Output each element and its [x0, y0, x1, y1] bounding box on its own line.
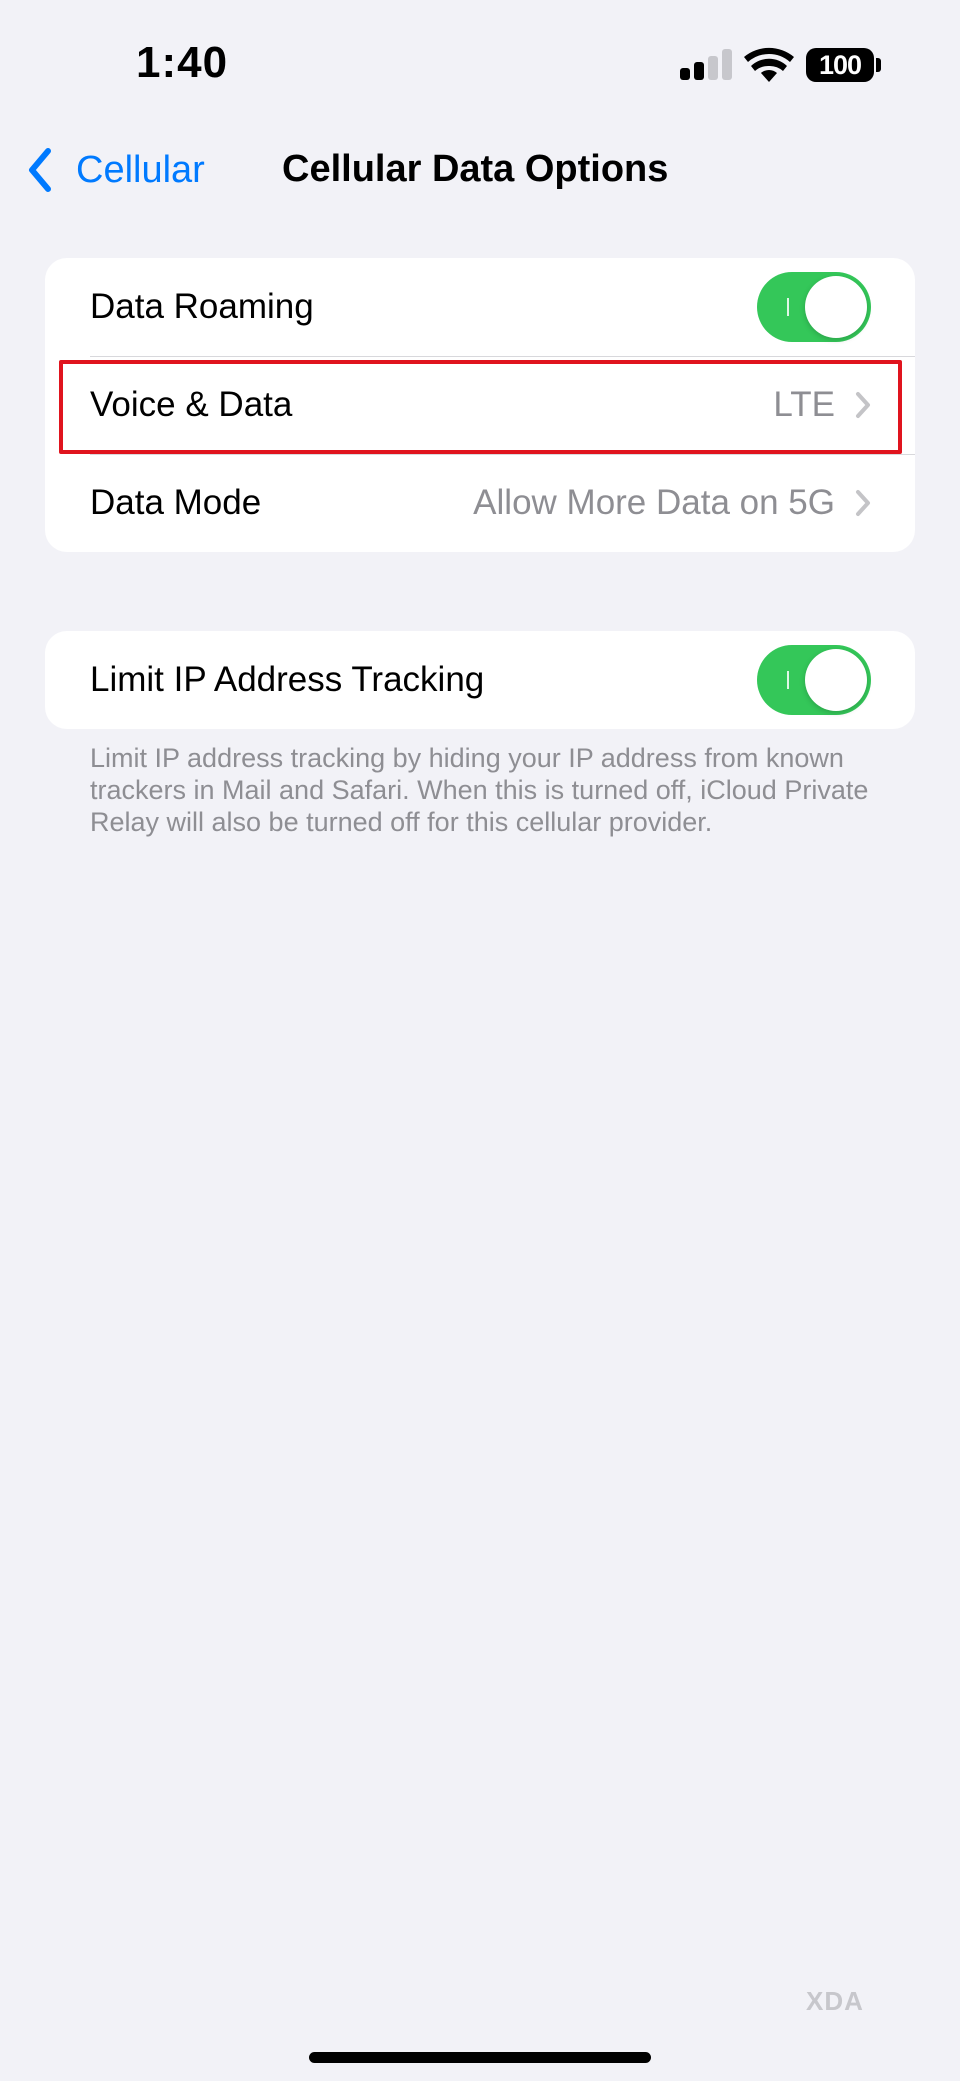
limit-ip-label: Limit IP Address Tracking: [90, 660, 485, 699]
status-time: 1:40: [136, 38, 229, 87]
toggle-knob: [805, 649, 867, 711]
watermark-logo: XDA: [806, 1986, 864, 2016]
data-roaming-label: Data Roaming: [90, 287, 314, 326]
limit-ip-row: Limit IP Address Tracking: [45, 631, 915, 729]
privacy-group: Limit IP Address Tracking: [45, 631, 915, 729]
toggle-knob: [805, 276, 867, 338]
data-mode-label: Data Mode: [90, 483, 262, 522]
cellular-signal-icon: [680, 48, 732, 80]
data-mode-row[interactable]: Data Mode Allow More Data on 5G: [45, 454, 915, 552]
data-roaming-row: Data Roaming: [45, 258, 915, 356]
chevron-left-icon: [29, 148, 51, 192]
data-mode-value: Allow More Data on 5G: [473, 483, 835, 522]
wifi-icon: [744, 47, 794, 82]
home-indicator[interactable]: [309, 2052, 651, 2063]
highlight-annotation: [59, 360, 902, 454]
chevron-right-icon: [856, 490, 870, 516]
limit-ip-footer-note: Limit IP address tracking by hiding your…: [90, 743, 869, 837]
toggle-on-mark: [787, 671, 789, 689]
navigation-bar: Cellular Cellular Data Options: [0, 130, 960, 210]
battery-cap: [876, 58, 881, 72]
status-bar: 1:40 100: [0, 0, 960, 110]
limit-ip-toggle[interactable]: [757, 645, 871, 715]
data-roaming-toggle[interactable]: [757, 272, 871, 342]
back-label: Cellular: [76, 148, 205, 191]
battery-icon: 100: [806, 48, 874, 82]
battery-level: 100: [818, 49, 862, 80]
back-button[interactable]: Cellular: [26, 140, 205, 200]
toggle-on-mark: [787, 298, 789, 316]
page-title: Cellular Data Options: [282, 148, 669, 190]
